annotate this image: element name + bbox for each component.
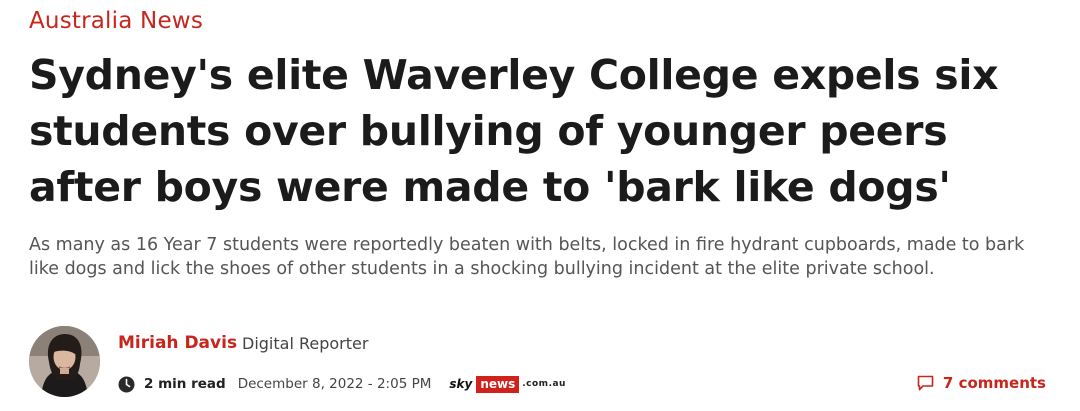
- brand-domain-text: .com.au: [522, 379, 566, 389]
- headline-line: after boys were made to 'bark like dogs': [29, 163, 951, 211]
- comments-link[interactable]: 7 comments: [917, 374, 1046, 392]
- author-role: Digital Reporter: [242, 334, 369, 353]
- headline-line: Sydney's elite Waverley College expels s…: [29, 51, 999, 99]
- author-avatar[interactable]: [29, 326, 100, 397]
- headline-line: students over bullying of younger peers: [29, 107, 948, 155]
- sky-news-logo[interactable]: sky news .com.au: [449, 375, 566, 393]
- brand-sky-text: sky: [449, 377, 473, 391]
- article-headline: Sydney's elite Waverley College expels s…: [29, 47, 1039, 215]
- article-standfirst: As many as 16 Year 7 students were repor…: [29, 235, 1025, 279]
- author-photo: [29, 326, 100, 397]
- brand-news-text: news: [476, 375, 520, 393]
- publish-date: December 8, 2022 - 2:05 PM: [237, 376, 432, 392]
- comment-icon: [917, 375, 934, 391]
- article-meta: 2 min read December 8, 2022 - 2:05 PM sk…: [118, 373, 566, 395]
- author-name-link[interactable]: Miriah Davis: [118, 333, 237, 353]
- comments-count: 7 comments: [942, 374, 1046, 392]
- clock-icon: [118, 376, 135, 393]
- section-label[interactable]: Australia News: [29, 8, 203, 34]
- read-time: 2 min read: [144, 376, 226, 392]
